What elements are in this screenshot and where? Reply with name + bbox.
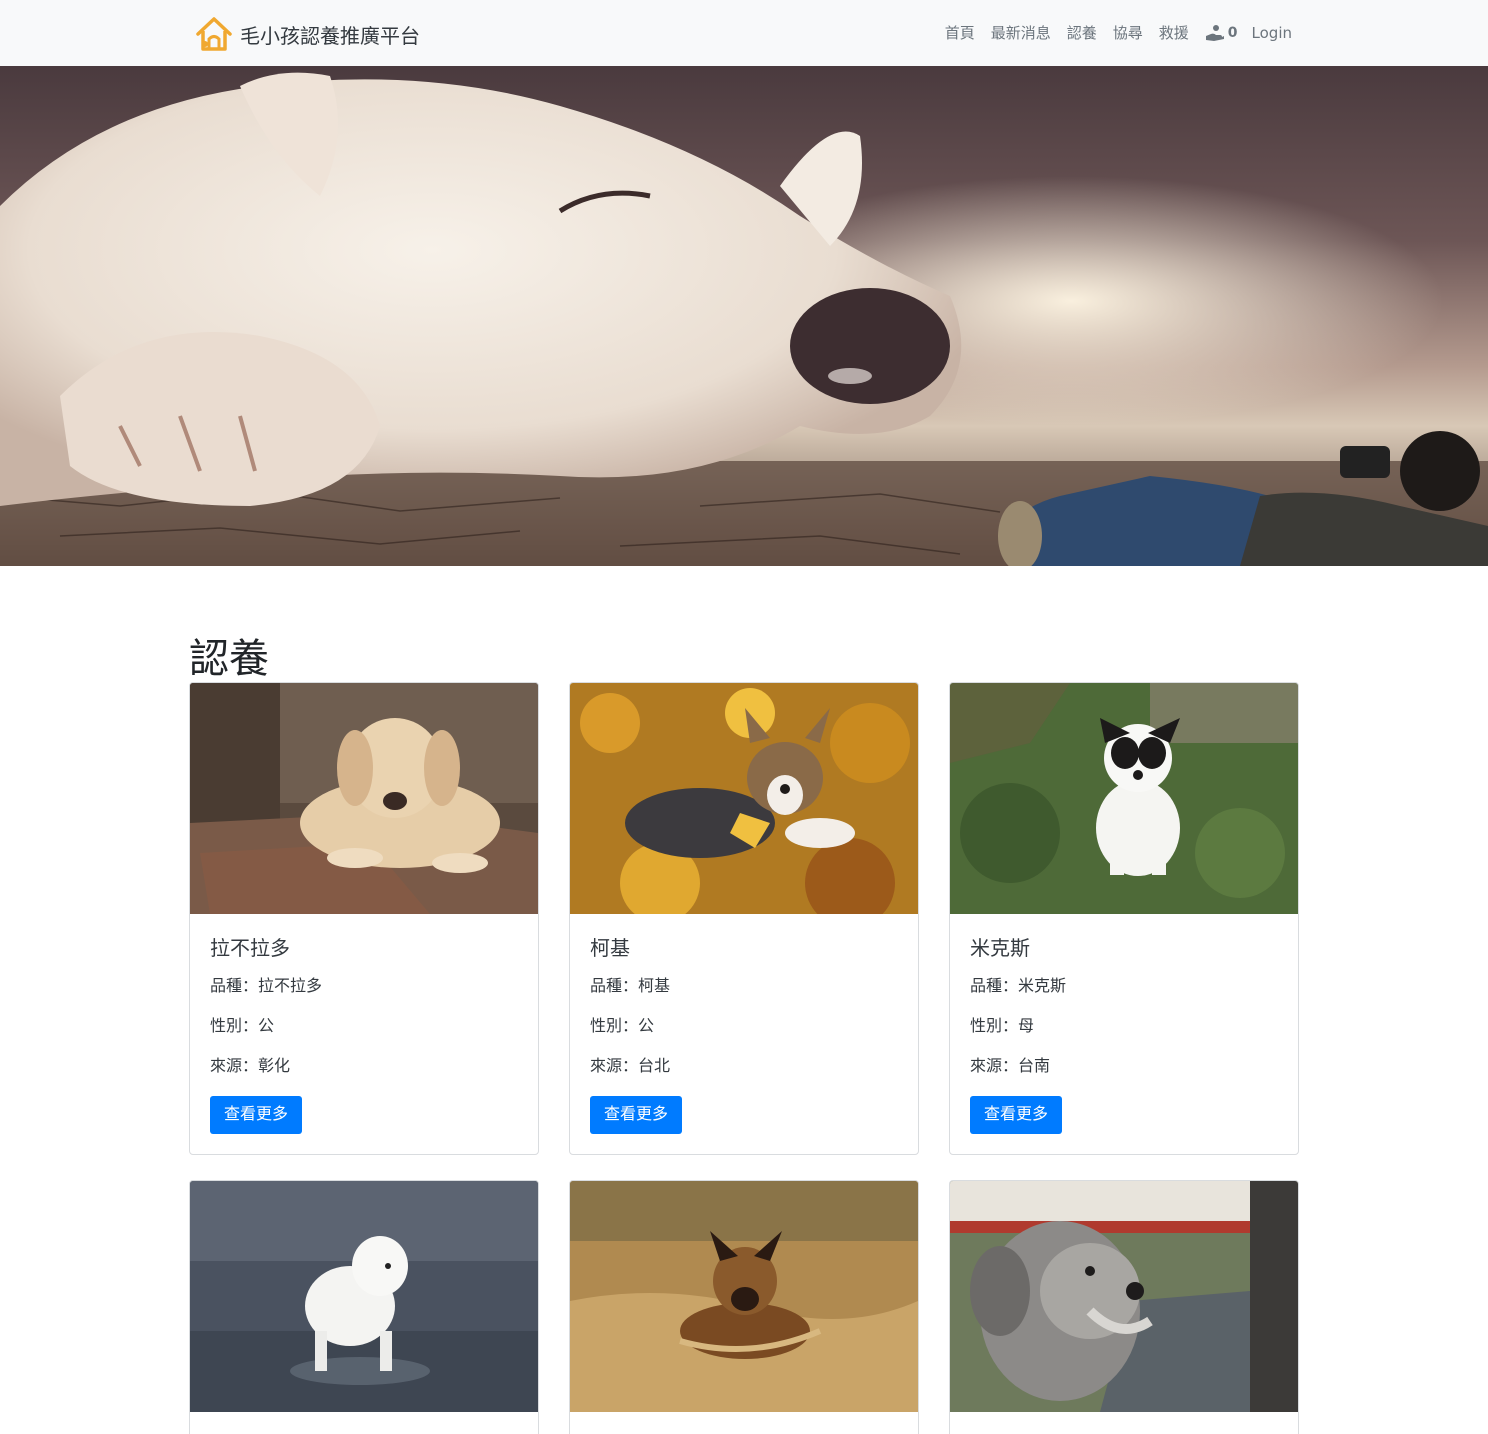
pet-breed: 品種：拉不拉多 [210, 976, 323, 995]
view-more-button[interactable]: 查看更多 [210, 1096, 303, 1134]
house-logo-icon [196, 17, 232, 51]
pet-photo-mixed-breed [950, 683, 1298, 914]
pet-photo-german-shepherd [570, 1181, 918, 1412]
pet-card: 拉不拉多 品種：拉不拉多 性別：公 來源：彰化 查看更多 [189, 682, 539, 1155]
nav-menu: 首頁 最新消息 認養 協尋 救援 0 Login [929, 22, 1292, 43]
pet-gender: 性別：母 [970, 1016, 1035, 1035]
view-more-button[interactable]: 查看更多 [970, 1096, 1063, 1134]
pet-card [569, 1180, 919, 1434]
hero-dog-image [0, 66, 1488, 566]
pet-source: 來源：彰化 [210, 1056, 291, 1075]
pet-name: 拉不拉多 [210, 936, 290, 960]
pet-card: 柯基 品種：柯基 性別：公 來源：台北 查看更多 [569, 682, 919, 1155]
pet-card [189, 1180, 539, 1434]
brand[interactable]: 毛小孩認養推廣平台 [194, 14, 420, 54]
cart-link[interactable]: 0 [1205, 24, 1238, 42]
pet-breed: 品種：柯基 [590, 976, 671, 995]
nav-adopt[interactable]: 認養 [1067, 22, 1097, 43]
card-body: 柯基 品種：柯基 性別：公 來源：台北 查看更多 [570, 914, 918, 1154]
card-body: 米克斯 品種：米克斯 性別：母 來源：台南 查看更多 [950, 914, 1298, 1154]
nav-search-help[interactable]: 協尋 [1113, 22, 1143, 43]
pet-name: 米克斯 [970, 936, 1030, 960]
nav-home[interactable]: 首頁 [945, 22, 975, 43]
pet-photo-schnauzer [950, 1181, 1298, 1412]
pet-photo-maltese [190, 1181, 538, 1412]
pet-photo-corgi [570, 683, 918, 914]
nav-rescue[interactable]: 救援 [1159, 22, 1189, 43]
login-link[interactable]: Login [1252, 24, 1292, 42]
navbar: 毛小孩認養推廣平台 首頁 最新消息 認養 協尋 救援 0 Login [0, 0, 1488, 66]
brand-title: 毛小孩認養推廣平台 [240, 23, 420, 48]
pet-breed: 品種：米克斯 [970, 976, 1067, 995]
view-more-button[interactable]: 查看更多 [590, 1096, 683, 1134]
pet-source: 來源：台北 [590, 1056, 671, 1075]
hero-banner [0, 66, 1488, 566]
section-title: 認養 [189, 636, 269, 682]
card-body: 拉不拉多 品種：拉不拉多 性別：公 來源：彰化 查看更多 [190, 914, 538, 1154]
pet-gender: 性別：公 [590, 1016, 655, 1035]
nav-news[interactable]: 最新消息 [991, 22, 1051, 43]
hand-holding-icon [1205, 24, 1224, 41]
pet-card: 米克斯 品種：米克斯 性別：母 來源：台南 查看更多 [949, 682, 1299, 1155]
pet-source: 來源：台南 [970, 1056, 1051, 1075]
pet-gender: 性別：公 [210, 1016, 275, 1035]
pet-photo-labrador [190, 683, 538, 914]
pet-card [949, 1180, 1299, 1434]
pet-name: 柯基 [590, 936, 630, 960]
cart-count: 0 [1227, 24, 1238, 41]
